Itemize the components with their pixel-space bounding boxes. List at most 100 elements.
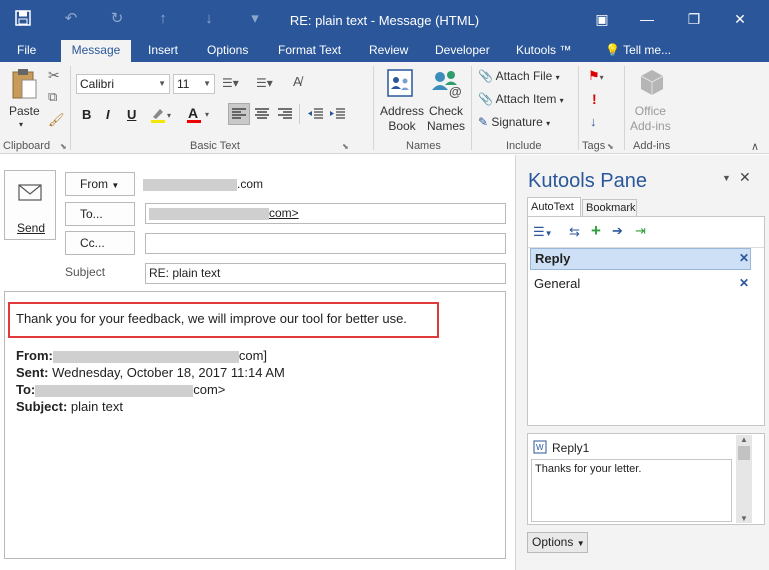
attach-item-button[interactable]: 📎 Attach Item ▾ xyxy=(478,92,564,106)
paste-button[interactable]: Paste xyxy=(9,104,40,118)
to-button[interactable]: To... xyxy=(65,202,135,226)
attach-file-button[interactable]: 📎 Attach File ▾ xyxy=(478,69,560,83)
clipboard-group-label: Clipboard xyxy=(3,140,51,152)
office-addins-button[interactable]: Office Add-ins xyxy=(630,104,671,134)
minimize-icon[interactable]: — xyxy=(637,10,657,28)
include-group-label: Include xyxy=(506,140,542,152)
cut-icon[interactable]: ✂ xyxy=(48,67,60,84)
svg-text:▾: ▾ xyxy=(167,111,171,120)
options-button[interactable]: Options ▼ xyxy=(527,532,588,553)
send-icon xyxy=(18,183,44,206)
underline-button[interactable]: U xyxy=(127,107,136,122)
quoted-to-label: To: xyxy=(16,382,36,397)
office-addins-icon xyxy=(638,68,666,101)
add-icon[interactable]: + xyxy=(591,221,601,241)
clipboard-launcher-icon[interactable]: ⬊ xyxy=(60,142,67,151)
address-book-button[interactable]: Address Book xyxy=(380,104,424,134)
tab-insert[interactable]: Insert xyxy=(141,40,185,62)
quoted-sent-line: Sent: Wednesday, October 18, 2017 11:14 … xyxy=(16,364,285,381)
signature-button[interactable]: ✎ Signature ▾ xyxy=(478,115,550,129)
delete-category-icon[interactable]: ✕ xyxy=(739,276,749,290)
bullets-icon[interactable]: ☰▾ xyxy=(222,76,239,90)
entry-preview[interactable]: Thanks for your letter. xyxy=(531,459,732,522)
pane-close-icon[interactable]: ✕ xyxy=(739,169,751,186)
check-names-icon: @ xyxy=(430,68,464,101)
tab-file[interactable]: File xyxy=(10,40,43,62)
entry-name: Reply1 xyxy=(552,441,590,455)
tab-developer[interactable]: Developer xyxy=(428,40,497,62)
increase-indent-icon[interactable] xyxy=(328,104,348,127)
category-reply[interactable]: Reply xyxy=(530,248,751,270)
font-color-icon[interactable]: A ▾ xyxy=(186,105,212,127)
restore-icon[interactable]: ❐ xyxy=(684,10,704,28)
scroll-down-icon[interactable]: ▼ xyxy=(736,514,752,523)
to-field[interactable]: com> xyxy=(145,203,506,224)
tell-me-label: Tell me... xyxy=(623,43,672,57)
high-importance-icon[interactable]: ! xyxy=(592,91,597,107)
from-button[interactable]: From ▼ xyxy=(65,172,135,196)
send-button[interactable]: Send xyxy=(4,170,56,240)
insert-icon[interactable]: ⇥ xyxy=(635,223,646,239)
signature-label: Signature xyxy=(491,115,543,129)
numbering-icon[interactable]: ☰▾ xyxy=(256,76,273,90)
paste-icon[interactable] xyxy=(10,68,38,103)
separator xyxy=(373,66,374,150)
basic-text-launcher-icon[interactable]: ⬊ xyxy=(342,142,349,151)
tab-kutools[interactable]: Kutools ™ xyxy=(509,40,578,62)
clear-formatting-icon[interactable]: A̸ xyxy=(293,74,302,89)
quoted-sent-label: Sent: xyxy=(16,365,49,380)
tab-autotext[interactable]: AutoText xyxy=(527,197,581,217)
category-general[interactable]: General xyxy=(534,276,580,291)
tab-review[interactable]: Review xyxy=(362,40,415,62)
highlight-icon[interactable]: ▾ xyxy=(150,106,174,127)
follow-up-flag-icon[interactable]: ⚑▾ xyxy=(588,68,604,84)
ribbon-display-icon[interactable]: ▣ xyxy=(592,10,612,28)
address-book-icon xyxy=(384,68,416,101)
italic-button[interactable]: I xyxy=(106,107,110,122)
quoted-header: From: com] Sent: Wednesday, October 18, 2… xyxy=(16,347,285,415)
move-icon[interactable]: ➔ xyxy=(612,223,623,239)
bold-button[interactable]: B xyxy=(82,107,91,122)
cc-button[interactable]: Cc... xyxy=(65,231,135,255)
align-right-icon[interactable] xyxy=(275,104,295,127)
refresh-icon[interactable]: ⇆ xyxy=(569,224,580,240)
font-name-value: Calibri xyxy=(80,77,115,91)
attach-file-label: Attach File xyxy=(495,69,553,83)
scroll-up-icon[interactable]: ▲ xyxy=(736,435,752,444)
format-painter-icon[interactable]: 🖌 xyxy=(48,112,65,128)
paste-dropdown-icon[interactable]: ▾ xyxy=(19,120,23,129)
align-center-icon[interactable] xyxy=(252,104,272,127)
close-icon[interactable]: ✕ xyxy=(730,10,750,28)
options-label: Options xyxy=(532,535,574,549)
tab-message[interactable]: Message xyxy=(61,40,131,62)
entry-scrollbar[interactable]: ▲ ▼ xyxy=(736,435,752,523)
from-label: From xyxy=(80,177,108,191)
align-left-icon[interactable] xyxy=(228,103,250,125)
tags-launcher-icon[interactable]: ⬊ xyxy=(607,142,614,151)
attach-item-label: Attach Item xyxy=(495,92,557,106)
tags-group-label: Tags xyxy=(582,140,606,152)
tab-options[interactable]: Options xyxy=(200,40,255,62)
tell-me-search[interactable]: 💡 Tell me... xyxy=(598,40,678,62)
tab-bookmark[interactable]: Bookmark xyxy=(582,199,637,217)
quoted-subject-label: Subject: xyxy=(16,399,68,414)
decrease-indent-icon[interactable] xyxy=(306,104,326,127)
from-value: .com xyxy=(143,177,263,191)
font-name-combo[interactable]: Calibri ▼ xyxy=(76,74,170,94)
title-bar: ↶ ↻ ↑ ↓ ▾ RE: plain text - Message (HTML… xyxy=(0,0,769,40)
subject-field[interactable]: RE: plain text xyxy=(145,263,506,284)
scroll-thumb[interactable] xyxy=(738,446,750,460)
cc-field[interactable] xyxy=(145,233,506,254)
lightbulb-icon: 💡 xyxy=(605,43,620,57)
subject-label: Subject xyxy=(65,265,106,279)
copy-icon[interactable]: ⧉ xyxy=(48,89,57,105)
collapse-ribbon-icon[interactable]: ∧ xyxy=(751,140,759,153)
message-body[interactable]: Thank you for your feedback, we will imp… xyxy=(4,291,506,559)
check-names-button[interactable]: Check Names xyxy=(427,104,465,134)
delete-category-icon[interactable]: ✕ xyxy=(739,251,749,265)
view-menu-icon[interactable]: ☰▼ xyxy=(533,224,553,240)
tab-format-text[interactable]: Format Text xyxy=(271,40,348,62)
low-importance-icon[interactable]: ↓ xyxy=(590,114,597,129)
pane-menu-icon[interactable]: ▼ xyxy=(722,173,731,183)
font-size-combo[interactable]: 11 ▼ xyxy=(173,74,215,94)
